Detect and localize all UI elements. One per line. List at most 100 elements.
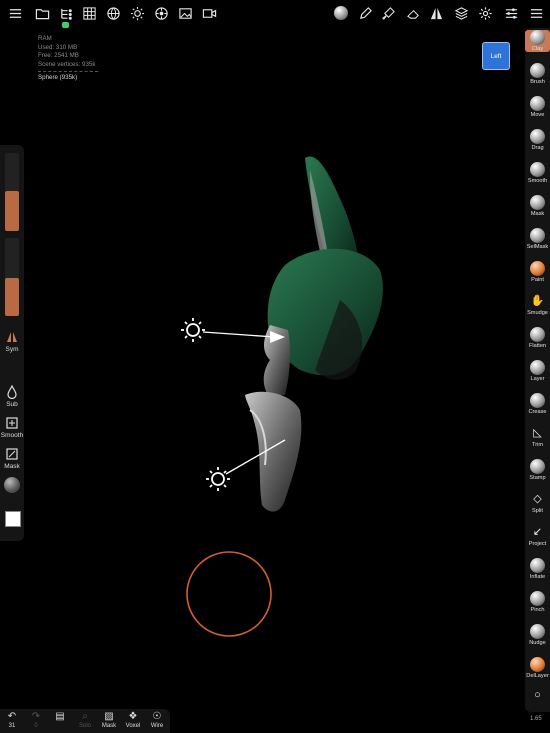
tool-layer[interactable]: Layer (525, 360, 550, 382)
tool-move[interactable]: Move (525, 96, 550, 118)
mask-toggle[interactable]: Mask (0, 447, 24, 470)
tool-label: SelMask (526, 244, 549, 250)
tool-extra[interactable]: ○ (525, 688, 550, 704)
tool-brush[interactable]: Brush (525, 63, 550, 85)
scene-stats: RAM Used: 310 MB Free: 2541 MB Scene ver… (38, 35, 98, 83)
tool-label: Brush (530, 79, 545, 85)
tool-label: Project (528, 541, 547, 547)
voxel-icon: ❖ (128, 711, 138, 722)
tool-label: Move (530, 112, 545, 118)
voxel-button[interactable]: ❖ Voxel (121, 711, 145, 729)
tool-paint[interactable]: Paint (525, 261, 550, 283)
sub-label: Sub (6, 401, 18, 408)
brush-icon (530, 63, 545, 78)
tool-clay[interactable]: Clay (525, 30, 550, 52)
tool-trim[interactable]: ◺ Trim (525, 426, 550, 448)
object-button[interactable]: ▤ (48, 711, 72, 723)
solo-button[interactable]: ⌕ Solo (73, 711, 97, 729)
tool-label: Clay (531, 46, 544, 52)
symmetry-label: Sym (5, 346, 19, 353)
redo-count: 0 (34, 723, 38, 729)
folder-icon[interactable] (33, 4, 51, 22)
tool-nudge[interactable]: Nudge (525, 624, 550, 646)
ram-free: Free: 2541 MB (38, 52, 79, 59)
sliders-icon[interactable] (502, 4, 520, 22)
tool-smudge[interactable]: ✋ Smudge (525, 294, 550, 316)
menu-icon[interactable] (6, 4, 24, 22)
tool-label: Trim (532, 442, 543, 448)
stats-divider (38, 71, 98, 72)
smooth-label: Smooth (0, 432, 24, 439)
light-gizmo-bottom[interactable] (206, 439, 286, 491)
mask-box-icon (5, 447, 19, 461)
sculpted-head-model (245, 156, 383, 512)
tool-label: Smudge (527, 310, 548, 316)
crease-icon (530, 393, 545, 408)
radius-slider[interactable] (5, 153, 19, 231)
scene-tree-icon[interactable] (57, 4, 75, 22)
undo-icon: ↶ (7, 711, 17, 722)
layers-icon[interactable] (452, 4, 470, 22)
matcap-ball-icon[interactable] (332, 4, 350, 22)
undo-count: 31 (8, 723, 16, 729)
redo-button[interactable]: ↷ 0 (24, 711, 48, 729)
app-version: 1.65 (530, 716, 542, 722)
sculpt-viewport[interactable] (0, 0, 550, 733)
paint-icon (530, 261, 545, 276)
video-icon[interactable] (200, 4, 218, 22)
color-swatch[interactable] (5, 511, 21, 527)
inflate-icon (530, 558, 545, 573)
wireframe-button[interactable]: ☉ Wire (145, 711, 169, 729)
settings-gear-icon[interactable] (476, 4, 494, 22)
material-icon[interactable] (152, 4, 170, 22)
symmetry-toggle[interactable]: Sym (0, 330, 24, 353)
selected-object[interactable]: Sphere (935k) (38, 74, 98, 83)
tool-label: Stamp (529, 475, 546, 481)
mask-label: Mask (101, 723, 117, 729)
tool-mask[interactable]: Mask (525, 195, 550, 217)
mask-visibility-button[interactable]: ▨ Mask (97, 711, 121, 729)
tool-crease[interactable]: Crease (525, 393, 550, 415)
view-orientation-button[interactable]: Left (482, 42, 510, 70)
material-swatch[interactable] (4, 477, 20, 493)
tool-pinch[interactable]: Pinch (525, 591, 550, 613)
battery-icon (62, 22, 69, 28)
tool-split[interactable]: ◇ Split (525, 492, 550, 514)
smooth-toggle[interactable]: Smooth (0, 416, 24, 439)
eraser-icon[interactable] (404, 4, 422, 22)
undo-button[interactable]: ↶ 31 (0, 711, 24, 729)
trim-icon: ◺ (533, 427, 542, 439)
grid-icon[interactable] (80, 4, 98, 22)
light-icon[interactable] (128, 4, 146, 22)
symmetry-icon[interactable] (427, 4, 445, 22)
tool-flatten[interactable]: Flatten (525, 327, 550, 349)
bottom-toolbar: ↶ 31 ↷ 0 ▤ ⌕ Solo ▨ Mask ❖ Voxel ☉ Wire (0, 709, 170, 733)
globe-icon[interactable] (104, 4, 122, 22)
radius-slider-fill (5, 191, 19, 231)
intensity-slider[interactable] (5, 238, 19, 316)
tool-label: Split (532, 508, 543, 514)
tool-selmask[interactable]: SelMask (525, 228, 550, 250)
tool-inflate[interactable]: Inflate (525, 558, 550, 580)
tool-dellayer[interactable]: DelLayer (525, 657, 550, 679)
tool-label: Mask (530, 211, 545, 217)
pencil-icon[interactable] (356, 4, 374, 22)
project-icon: ↙ (532, 526, 543, 538)
tool-drag[interactable]: Drag (525, 129, 550, 151)
tool-stamp[interactable]: Stamp (525, 459, 550, 481)
light-gizmo-top[interactable] (181, 318, 285, 343)
mask-icon (530, 195, 545, 210)
scene-vertices: Scene vertices: 935k (38, 60, 96, 68)
hamburger-menu-icon[interactable] (527, 4, 545, 22)
tool-smooth[interactable]: Smooth (525, 162, 550, 184)
pinch-icon (530, 591, 545, 606)
drop-icon (5, 384, 19, 400)
mask-hatch-icon: ▨ (104, 711, 114, 722)
image-icon[interactable] (176, 4, 194, 22)
sub-toggle[interactable]: Sub (0, 384, 24, 408)
tool-label: Paint (531, 277, 544, 283)
tool-project[interactable]: ↙ Project (525, 525, 550, 547)
solo-label: Solo (78, 723, 91, 729)
brush-settings-icon[interactable] (379, 4, 397, 22)
selmask-icon (530, 228, 545, 243)
